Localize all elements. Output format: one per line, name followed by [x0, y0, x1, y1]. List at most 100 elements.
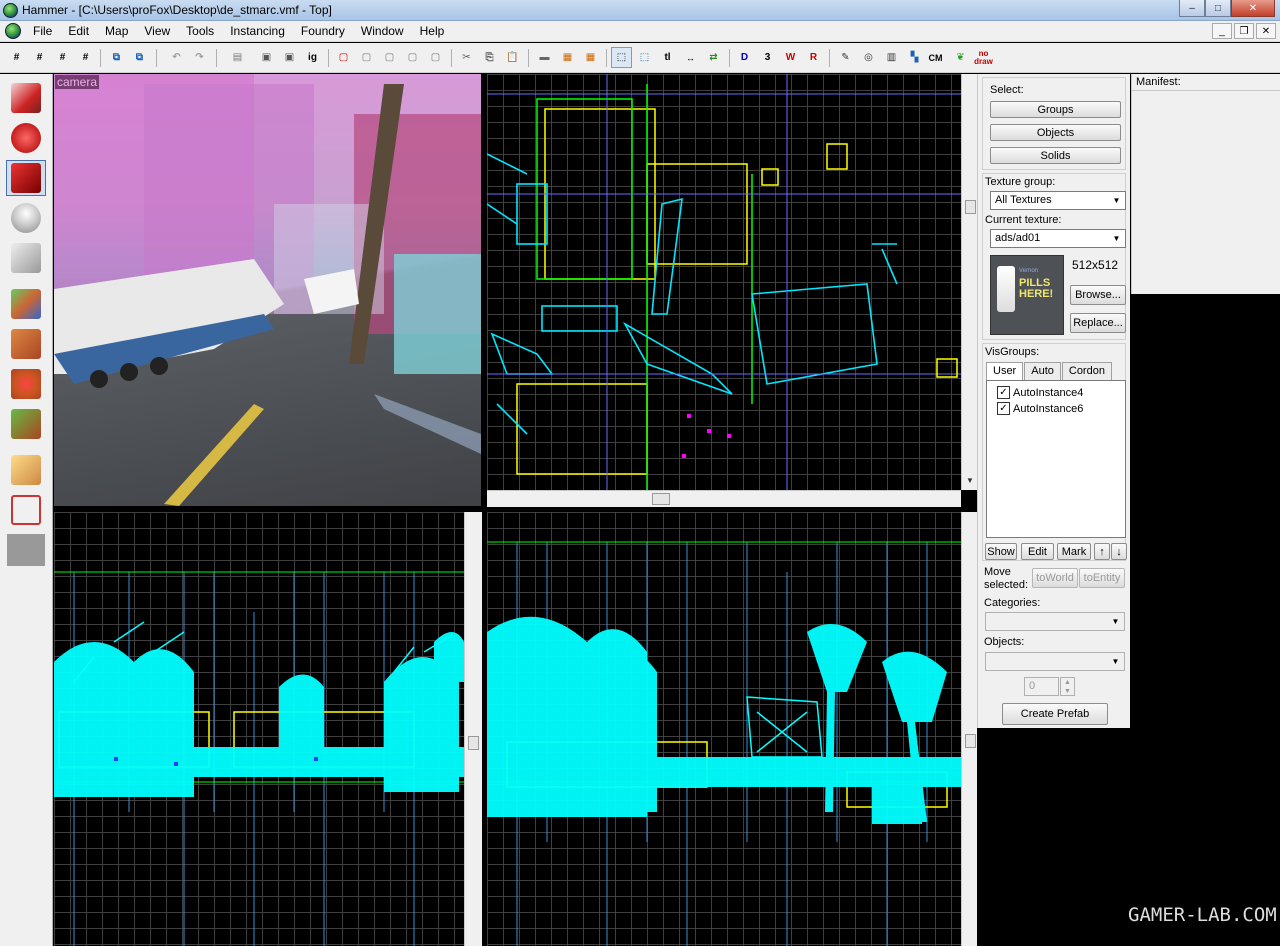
texture-group-dropdown[interactable]: All Textures ▼ [990, 191, 1126, 210]
browse-button[interactable]: Browse... [1070, 285, 1126, 305]
grid-3d-icon[interactable]: # [75, 47, 96, 68]
grid-smaller-icon[interactable]: # [52, 47, 73, 68]
camera-viewport[interactable]: camera [54, 74, 481, 506]
grid-overlay-icon[interactable]: ▥ [881, 47, 902, 68]
top-viewport-scroll-thumb[interactable] [965, 200, 976, 214]
solid-icon[interactable]: ▬ [534, 47, 555, 68]
top-viewport-horizontal-scrollbar[interactable] [487, 490, 961, 507]
select-by-icon[interactable]: ⬚ [634, 47, 655, 68]
side-viewport-scroll-thumb[interactable] [965, 734, 976, 748]
selection-tool-icon[interactable] [6, 80, 46, 116]
maximize-button[interactable]: □ [1205, 0, 1231, 17]
cut-icon[interactable]: ✂ [456, 47, 477, 68]
apply-texture-icon[interactable] [6, 326, 46, 362]
wireframe-2d-icon[interactable]: D [734, 47, 755, 68]
menu-edit[interactable]: Edit [60, 24, 97, 38]
redo-icon[interactable]: ↷ [189, 47, 210, 68]
move-to-world-icon[interactable]: ▦ [580, 47, 601, 68]
grid-larger-icon[interactable]: # [29, 47, 50, 68]
vertex-tool-icon[interactable] [6, 492, 46, 528]
move-down-arrow-icon[interactable]: ↓ [1111, 543, 1127, 560]
copy-icon[interactable]: ⎘ [479, 47, 500, 68]
map-info-icon[interactable]: ▚ [904, 47, 925, 68]
menu-map[interactable]: Map [97, 24, 136, 38]
tab-auto[interactable]: Auto [1024, 362, 1061, 380]
texture-tool-icon[interactable] [6, 286, 46, 322]
tab-user[interactable]: User [986, 362, 1024, 380]
cm-button[interactable]: CM [925, 47, 946, 68]
carve-icon[interactable]: ▤ [227, 47, 248, 68]
entity-tool-icon[interactable] [6, 200, 46, 236]
menu-view[interactable]: View [136, 24, 178, 38]
decal-tool-icon[interactable] [6, 366, 46, 402]
side-2d-viewport[interactable] [487, 512, 961, 946]
create-prefab-button[interactable]: Create Prefab [1002, 703, 1108, 725]
overlay-tool-icon[interactable] [6, 406, 46, 442]
front-viewport-scroll-thumb[interactable] [468, 736, 479, 750]
to-entity-button[interactable]: toEntity [1079, 568, 1125, 588]
texture-preview[interactable]: Vernon PILLS HERE! [990, 255, 1064, 335]
foundry-leaf-icon[interactable]: ❦ [950, 47, 971, 68]
ungroup-icon[interactable]: ⧉ [129, 47, 150, 68]
select-groups-button[interactable]: Groups [990, 101, 1121, 118]
doc-close-button[interactable]: ✕ [1256, 23, 1276, 39]
top-2d-viewport[interactable] [487, 74, 961, 490]
scroll-down-arrow-icon[interactable]: ▼ [966, 476, 974, 485]
camera-tool-icon[interactable] [6, 160, 46, 196]
wireframe-3d-icon[interactable]: W [780, 47, 801, 68]
hide-unselected-icon[interactable]: ▢ [402, 47, 423, 68]
no-draw-button[interactable]: no draw [973, 47, 994, 68]
show-hidden-icon[interactable]: ▢ [425, 47, 446, 68]
menu-help[interactable]: Help [412, 24, 453, 38]
replace-button[interactable]: Replace... [1070, 313, 1126, 333]
tie-entity-icon[interactable]: ▦ [557, 47, 578, 68]
doc-minimize-button[interactable]: _ [1212, 23, 1232, 39]
menu-foundry[interactable]: Foundry [293, 24, 353, 38]
show-button[interactable]: Show [985, 543, 1017, 560]
paste-icon[interactable]: 📋 [502, 47, 523, 68]
move-up-arrow-icon[interactable]: ↑ [1094, 543, 1110, 560]
mark-button[interactable]: Mark [1057, 543, 1091, 560]
close-button[interactable]: ✕ [1231, 0, 1275, 17]
doc-restore-button[interactable]: ❐ [1234, 23, 1254, 39]
block-tool-icon[interactable] [6, 240, 46, 276]
visgroups-tree[interactable]: ✓ AutoInstance4 ✓ AutoInstance6 [986, 380, 1126, 538]
select-solids-button[interactable]: Solids [990, 147, 1121, 164]
edit-button[interactable]: Edit [1021, 543, 1054, 560]
hollow-icon[interactable]: ▣ [256, 47, 277, 68]
document-icon[interactable] [5, 23, 21, 39]
front-2d-viewport[interactable] [54, 512, 464, 946]
texture-lock-icon[interactable]: ▣ [279, 47, 300, 68]
cordon-icon[interactable]: ▢ [333, 47, 354, 68]
render-3d-icon[interactable]: 3 [757, 47, 778, 68]
texture-lock-button[interactable]: tl [657, 47, 678, 68]
select-objects-button[interactable]: Objects [990, 124, 1121, 141]
selection-box-icon[interactable]: ⬚ [611, 47, 632, 68]
render-textured-icon[interactable]: R [803, 47, 824, 68]
undo-icon[interactable]: ↶ [166, 47, 187, 68]
compile-icon[interactable]: ◎ [858, 47, 879, 68]
ignore-groups-button[interactable]: ig [302, 47, 323, 68]
path-tool-icon[interactable] [6, 532, 46, 568]
hide-selected-icon[interactable]: ▢ [356, 47, 377, 68]
visgroup-item[interactable]: ✓ AutoInstance4 [997, 386, 1083, 399]
magnify-tool-icon[interactable] [6, 120, 46, 156]
to-world-button[interactable]: toWorld [1032, 568, 1078, 588]
top-viewport-hscroll-thumb[interactable] [652, 493, 670, 505]
visgroup-checkbox[interactable]: ✓ [997, 386, 1010, 399]
current-texture-dropdown[interactable]: ads/ad01 ▼ [990, 229, 1126, 248]
front-viewport-vertical-scrollbar[interactable] [464, 512, 482, 946]
hammer-app-icon[interactable] [3, 3, 18, 18]
menu-tools[interactable]: Tools [178, 24, 222, 38]
clip-tool-icon[interactable] [6, 452, 46, 488]
visgroup-item[interactable]: ✓ AutoInstance6 [997, 402, 1083, 415]
path-icon[interactable]: ✎ [835, 47, 856, 68]
spinner-arrows-icon[interactable]: ▲ ▼ [1060, 677, 1075, 696]
categories-dropdown[interactable]: ▼ [985, 612, 1125, 631]
tab-cordon[interactable]: Cordon [1061, 362, 1112, 380]
menu-instancing[interactable]: Instancing [222, 24, 293, 38]
visgroup-checkbox[interactable]: ✓ [997, 402, 1010, 415]
grid-toggle-icon[interactable]: # [6, 47, 27, 68]
minimize-button[interactable]: – [1179, 0, 1205, 17]
show-all-icon[interactable]: ▢ [379, 47, 400, 68]
